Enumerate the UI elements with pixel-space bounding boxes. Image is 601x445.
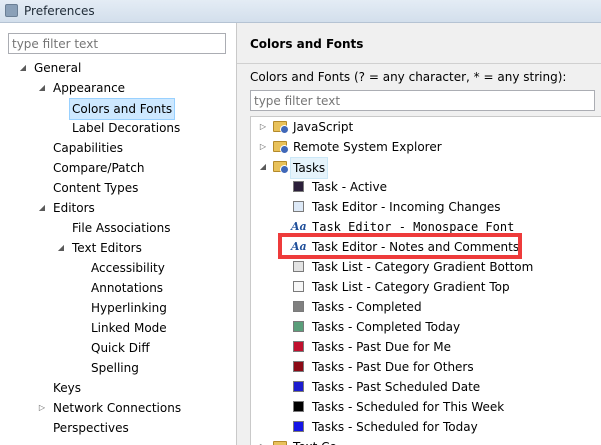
color-swatch-icon [293, 181, 304, 192]
tree-item-label: Perspectives [53, 421, 129, 435]
expanded-arrow-icon[interactable]: ◢ [56, 238, 66, 258]
expanded-arrow-icon[interactable]: ◢ [18, 58, 28, 78]
tree-item-label: Network Connections [53, 401, 182, 415]
sidebar-filter-input[interactable] [8, 33, 226, 54]
category-folder-icon [273, 161, 289, 174]
tree-item-label: Content Types [53, 181, 139, 195]
tree-item-label: Tasks - Past Scheduled Date [312, 380, 481, 394]
tree-item-label: Tasks - Scheduled for Today [312, 420, 478, 434]
tree-item-label: File Associations [72, 221, 171, 235]
tree-item-label: Task Editor - Incoming Changes [312, 200, 501, 214]
tree-item-label: Quick Diff [91, 341, 150, 355]
color-swatch-icon [293, 341, 304, 352]
tree-item-label: Annotations [91, 281, 164, 295]
collapsed-arrow-icon[interactable]: ▷ [258, 437, 268, 445]
color-swatch-icon [293, 381, 304, 392]
tree-item-label: Keys [53, 381, 82, 395]
tree-item-label: Accessibility [91, 261, 165, 275]
tree-item-label: Tasks - Completed Today [312, 320, 461, 334]
app-icon [5, 4, 18, 17]
tree-item-label: Task - Active [312, 180, 387, 194]
category-folder-icon [273, 141, 289, 154]
color-swatch-icon [293, 281, 304, 292]
tree-item-label: Editors [53, 201, 95, 215]
tree-item-label: Tasks - Past Due for Me [312, 340, 452, 354]
color-swatch-icon [293, 361, 304, 372]
colors-fonts-description: Colors and Fonts (? = any character, * =… [250, 70, 567, 84]
tree-item-label: Tasks - Completed [312, 300, 422, 314]
color-swatch-icon [293, 421, 304, 432]
colors-fonts-filter-input[interactable] [250, 90, 595, 111]
tree-item-label: Tasks - Scheduled for This Week [312, 400, 505, 414]
tree-item-label: Remote System Explorer [293, 140, 442, 154]
color-swatch-icon [293, 321, 304, 332]
colors-and-fonts-page: Colors and Fonts Colors and Fonts (? = a… [237, 23, 601, 445]
colors-fonts-tree: ▷ JavaScript ▷ Remote System Explorer ◢ … [250, 116, 601, 445]
expanded-arrow-icon[interactable]: ◢ [37, 198, 47, 218]
title-separator [237, 63, 601, 64]
tree-item-label: Tasks [290, 157, 329, 179]
tree-item-label: Linked Mode [91, 321, 167, 335]
tree-item-label: Hyperlinking [91, 301, 167, 315]
tree-item-label: Label Decorations [72, 121, 181, 135]
collapsed-arrow-icon[interactable]: ▷ [37, 398, 47, 418]
tree-item-label: Compare/Patch [53, 161, 145, 175]
category-folder-icon [273, 121, 289, 134]
title-bar: Preferences [0, 0, 601, 23]
window-title: Preferences [24, 4, 95, 18]
tree-item-label: Colors and Fonts [69, 98, 176, 120]
tree-item-label: JavaScript [293, 120, 354, 134]
color-swatch-icon [293, 401, 304, 412]
tree-item-label: Capabilities [53, 141, 123, 155]
expanded-arrow-icon[interactable]: ◢ [258, 157, 268, 177]
tree-item-label: Task List - Category Gradient Bottom [312, 260, 534, 274]
expanded-arrow-icon[interactable]: ◢ [37, 78, 47, 98]
color-swatch-icon [293, 201, 304, 212]
tree-item-label: Task List - Category Gradient Top [312, 280, 510, 294]
font-icon: Aa [291, 240, 307, 253]
collapsed-arrow-icon[interactable]: ▷ [258, 137, 268, 157]
preferences-sidebar: ◢ General ◢ Appearance Colors and Fonts … [0, 23, 236, 445]
color-swatch-icon [293, 261, 304, 272]
tree-item-label: Text Co... [293, 437, 348, 445]
category-folder-icon [273, 441, 287, 445]
tree-item-label: General [34, 61, 82, 75]
tree-item-label: Spelling [91, 361, 139, 375]
tree-item-label: Tasks - Past Due for Others [312, 360, 474, 374]
collapsed-arrow-icon[interactable]: ▷ [258, 117, 268, 137]
tree-item-label: Task Editor - Notes and Comments [312, 240, 520, 254]
font-icon: Aa [291, 220, 307, 233]
tree-item-label: Text Editors [72, 241, 142, 255]
color-swatch-icon [293, 301, 304, 312]
tree-item-label: Task Editor - Monospace Font [312, 220, 515, 234]
page-title: Colors and Fonts [250, 37, 364, 51]
tree-item-label: Appearance [53, 81, 126, 95]
